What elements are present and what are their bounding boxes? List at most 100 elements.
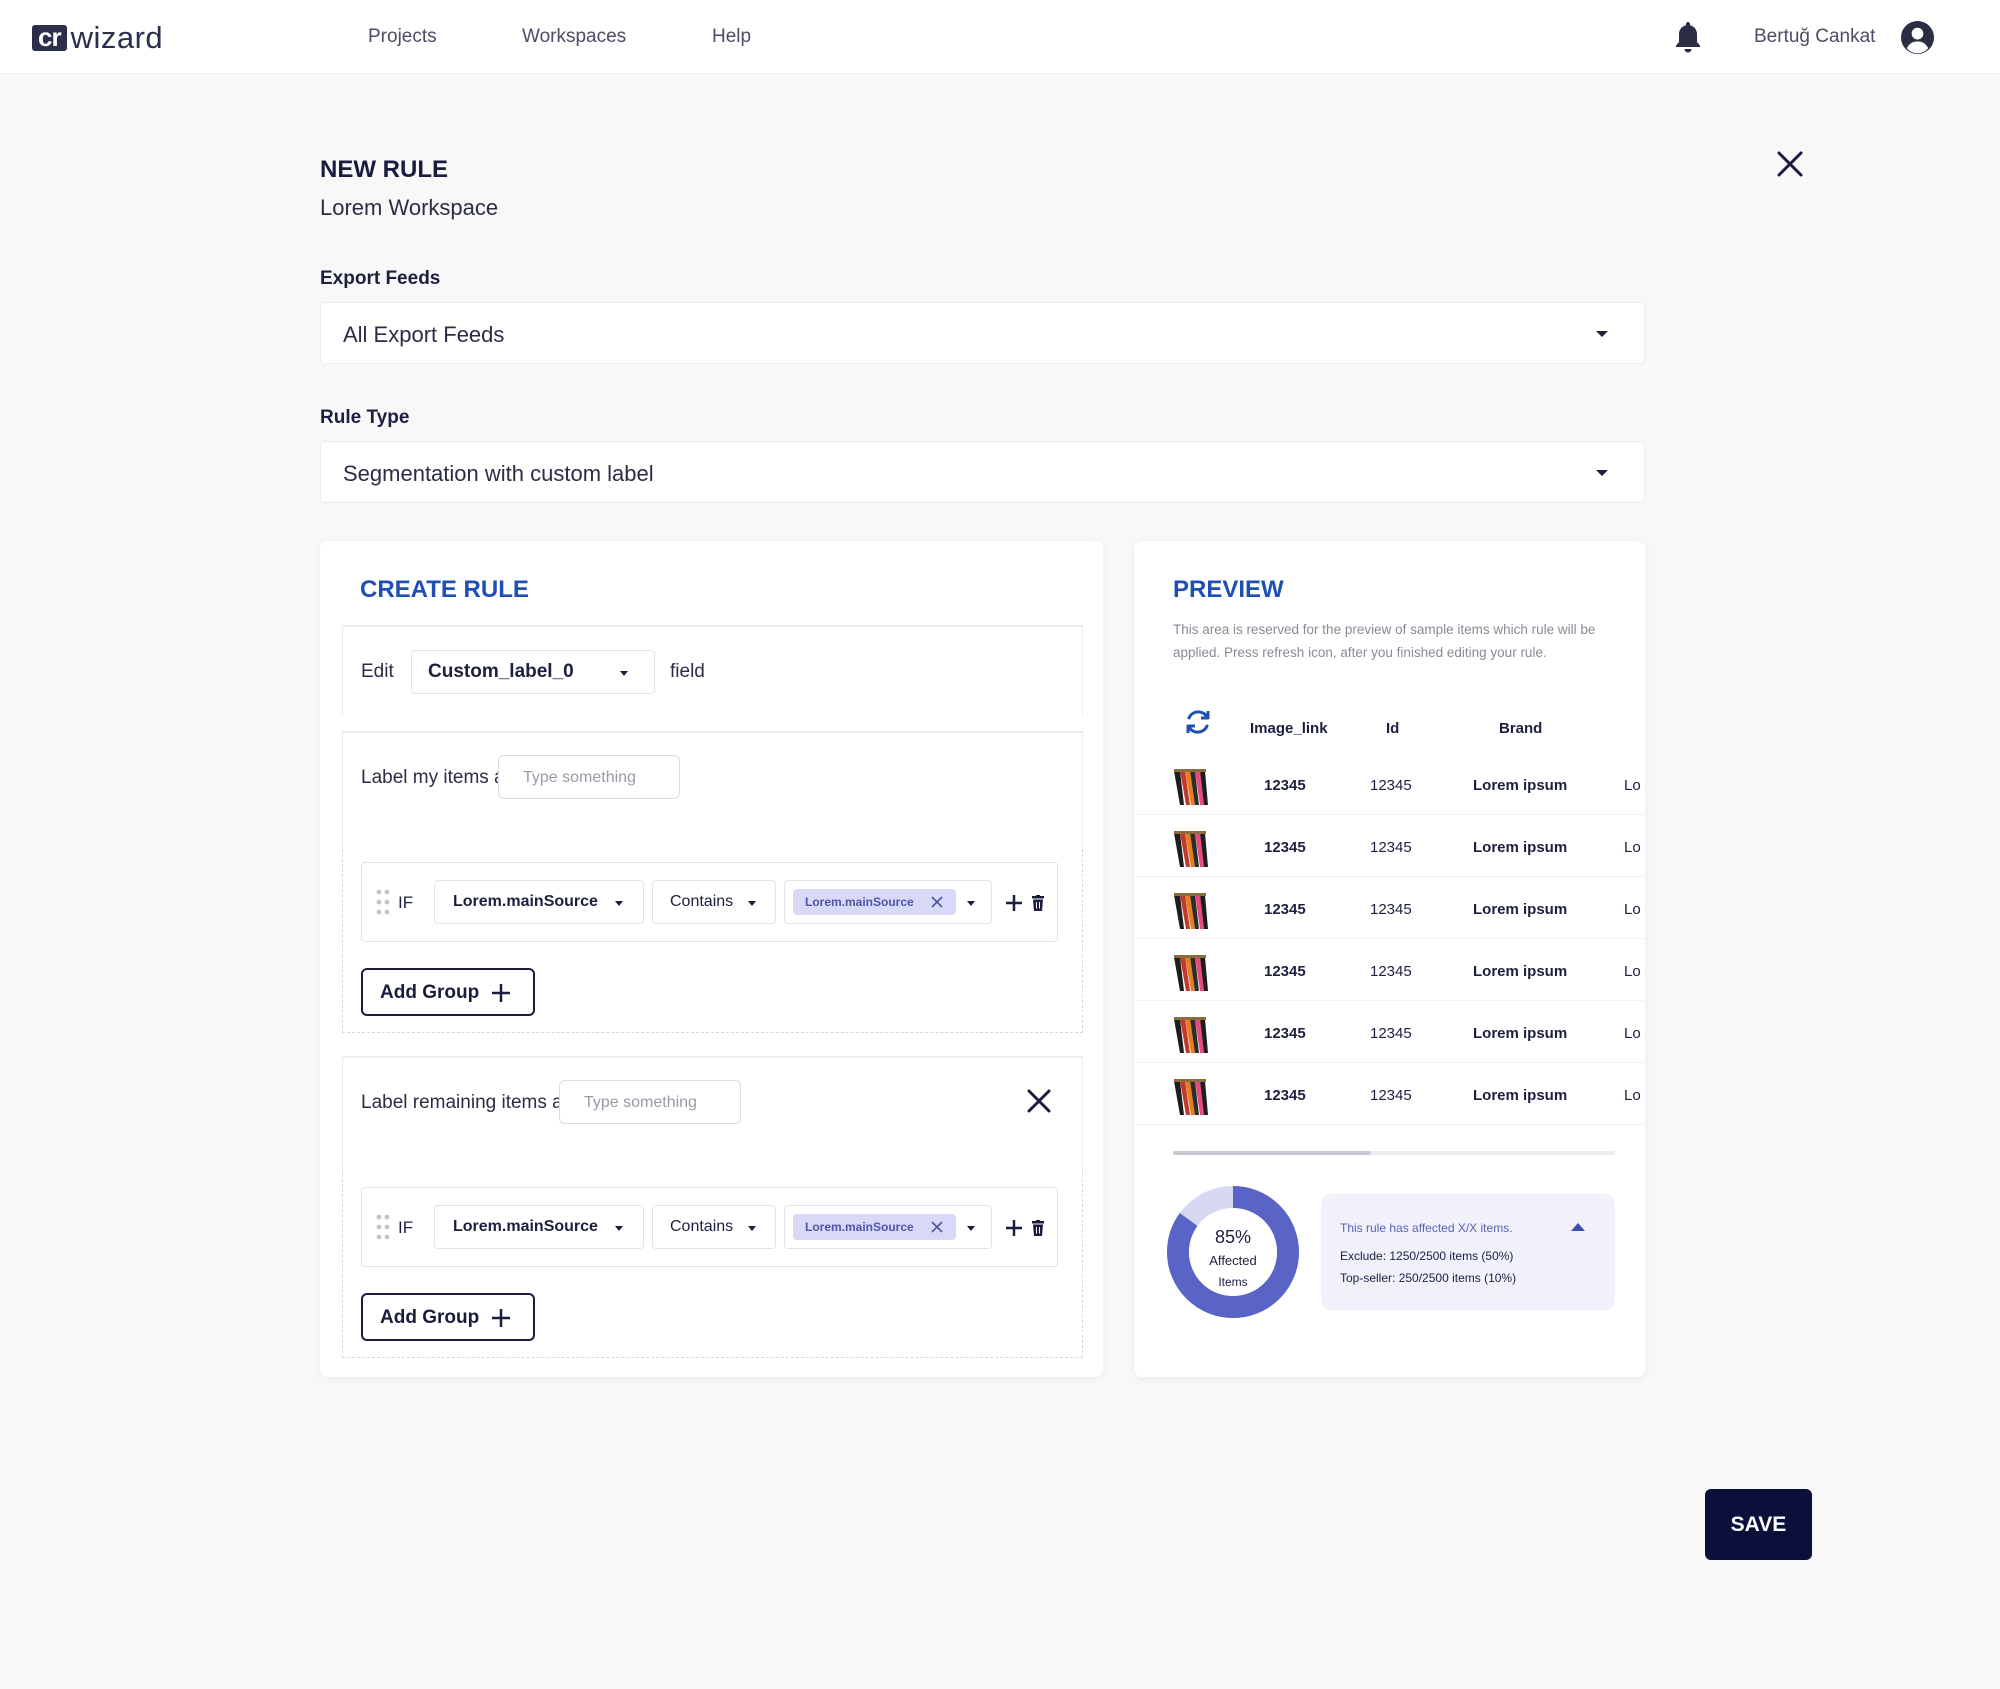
scrollbar-thumb[interactable] xyxy=(1173,1151,1371,1155)
operator-select[interactable]: Contains xyxy=(652,880,776,924)
chevron-down-icon xyxy=(620,671,628,676)
affected-percent: 85% xyxy=(1214,1227,1252,1247)
chevron-down-icon xyxy=(967,1226,975,1231)
cell-extra: Lo xyxy=(1624,901,1641,918)
collapse-caret-icon[interactable] xyxy=(1571,1223,1585,1231)
custom-label-value: Custom_label_0 xyxy=(428,661,574,682)
cell-id: 12345 xyxy=(1370,901,1412,918)
value-select[interactable]: Lorem.mainSource xyxy=(784,880,992,924)
cell-id: 12345 xyxy=(1370,1025,1412,1042)
cell-extra: Lo xyxy=(1624,777,1641,794)
info-top-seller: Top-seller: 250/2500 items (10%) xyxy=(1340,1271,1517,1285)
rule-type-select[interactable]: Segmentation with custom label xyxy=(320,441,1645,503)
chevron-down-icon xyxy=(615,901,623,906)
drag-handle-icon[interactable] xyxy=(376,889,390,915)
items-label: Items xyxy=(1218,1275,1248,1289)
cell-id: 12345 xyxy=(1370,777,1412,794)
preview-title: PREVIEW xyxy=(1173,576,1284,603)
cell-image-link: 12345 xyxy=(1264,1087,1306,1104)
save-button[interactable]: SAVE xyxy=(1705,1489,1812,1560)
table-row[interactable]: 12345 12345 Lorem ipsum Lo xyxy=(1134,877,1644,939)
export-feeds-select[interactable]: All Export Feeds xyxy=(320,302,1645,364)
plus-icon xyxy=(492,984,510,1002)
column-header-id[interactable]: Id xyxy=(1386,720,1399,737)
cell-brand: Lorem ipsum xyxy=(1473,1025,1568,1042)
page-subtitle: Lorem Workspace xyxy=(320,195,499,220)
chevron-down-icon xyxy=(1596,470,1608,476)
field-label: field xyxy=(670,661,705,682)
chevron-down-icon xyxy=(967,901,975,906)
operator-select[interactable]: Contains xyxy=(652,1205,776,1249)
cell-brand: Lorem ipsum xyxy=(1473,963,1568,980)
label-items-text: Label my items as xyxy=(361,767,515,788)
value-chip-label: Lorem.mainSource xyxy=(805,895,914,909)
create-rule-card: CREATE RULE Edit Custom_label_0 field La… xyxy=(320,541,1103,1377)
edit-field-section: Edit Custom_label_0 field xyxy=(342,625,1083,715)
trash-icon[interactable] xyxy=(1031,1220,1045,1236)
source-select[interactable]: Lorem.mainSource xyxy=(434,880,644,924)
cell-image-link: 12345 xyxy=(1264,839,1306,856)
chip-remove-icon[interactable] xyxy=(931,896,943,908)
if-label: IF xyxy=(398,1218,414,1237)
table-row[interactable]: 12345 12345 Lorem ipsum Lo xyxy=(1134,1001,1644,1063)
cell-brand: Lorem ipsum xyxy=(1473,901,1568,918)
product-thumbnail xyxy=(1170,1015,1210,1055)
table-row[interactable]: 12345 12345 Lorem ipsum Lo xyxy=(1134,815,1644,877)
add-condition-icon[interactable] xyxy=(1005,1219,1023,1237)
chevron-down-icon xyxy=(615,1226,623,1231)
drag-handle-icon[interactable] xyxy=(376,1214,390,1240)
table-row[interactable]: 12345 12345 Lorem ipsum Lo xyxy=(1134,1063,1644,1125)
add-group-button[interactable]: Add Group xyxy=(361,1293,535,1341)
condition-group-1: IF Lorem.mainSource Contains Lorem.mainS… xyxy=(342,849,1083,1033)
info-title: This rule has affected X/X items. xyxy=(1340,1221,1513,1235)
chevron-down-icon xyxy=(748,901,756,906)
if-label: IF xyxy=(398,893,414,912)
top-bar: cr wizard Projects Workspaces Help Bertu… xyxy=(0,0,2000,74)
column-header-brand[interactable]: Brand xyxy=(1499,720,1542,737)
affected-label: Affected xyxy=(1209,1253,1257,1268)
value-select[interactable]: Lorem.mainSource xyxy=(784,1205,992,1249)
chip-remove-icon[interactable] xyxy=(931,1221,943,1233)
product-thumbnail xyxy=(1170,829,1210,869)
table-row[interactable]: 12345 12345 Lorem ipsum Lo xyxy=(1134,753,1644,815)
product-thumbnail xyxy=(1170,953,1210,993)
cell-extra: Lo xyxy=(1624,1087,1641,1104)
page-title: NEW RULE xyxy=(320,156,448,183)
column-header-image-link[interactable]: Image_link xyxy=(1250,720,1328,737)
cell-image-link: 12345 xyxy=(1264,963,1306,980)
cell-extra: Lo xyxy=(1624,963,1641,980)
close-icon[interactable] xyxy=(1776,150,1804,178)
source-select[interactable]: Lorem.mainSource xyxy=(434,1205,644,1249)
plus-icon xyxy=(492,1309,510,1327)
user-name[interactable]: Bertuğ Cankat xyxy=(1754,26,1875,48)
edit-label: Edit xyxy=(361,661,394,682)
horizontal-scrollbar[interactable] xyxy=(1173,1151,1615,1155)
refresh-icon[interactable] xyxy=(1183,707,1213,737)
operator-value: Contains xyxy=(670,893,734,910)
add-group-button[interactable]: Add Group xyxy=(361,968,535,1016)
trash-icon[interactable] xyxy=(1031,895,1045,911)
rule-type-label: Rule Type xyxy=(320,407,410,428)
label-items-placeholder: Type something xyxy=(523,769,636,786)
close-icon[interactable] xyxy=(1027,1089,1051,1113)
table-row[interactable]: 12345 12345 Lorem ipsum Lo xyxy=(1134,939,1644,1001)
chevron-down-icon xyxy=(748,1226,756,1231)
affected-info-box: This rule has affected X/X items. Exclud… xyxy=(1321,1194,1615,1310)
label-remaining-text: Label remaining items as xyxy=(361,1092,573,1113)
label-remaining-input[interactable]: Type something xyxy=(559,1080,741,1124)
cell-brand: Lorem ipsum xyxy=(1473,839,1568,856)
bell-icon[interactable] xyxy=(1673,20,1703,54)
user-avatar-icon[interactable] xyxy=(1900,20,1935,55)
custom-label-select[interactable]: Custom_label_0 xyxy=(411,650,655,694)
cell-id: 12345 xyxy=(1370,1087,1412,1104)
label-items-section: Label my items as Type something xyxy=(342,731,1083,849)
nav-workspaces[interactable]: Workspaces xyxy=(522,26,626,48)
chevron-down-icon xyxy=(1596,331,1608,337)
nav-help[interactable]: Help xyxy=(712,26,751,48)
product-thumbnail xyxy=(1170,891,1210,931)
add-condition-icon[interactable] xyxy=(1005,894,1023,912)
cell-image-link: 12345 xyxy=(1264,1025,1306,1042)
nav-projects[interactable]: Projects xyxy=(368,26,437,48)
label-items-input[interactable]: Type something xyxy=(498,755,680,799)
logo[interactable]: cr wizard xyxy=(32,20,163,55)
